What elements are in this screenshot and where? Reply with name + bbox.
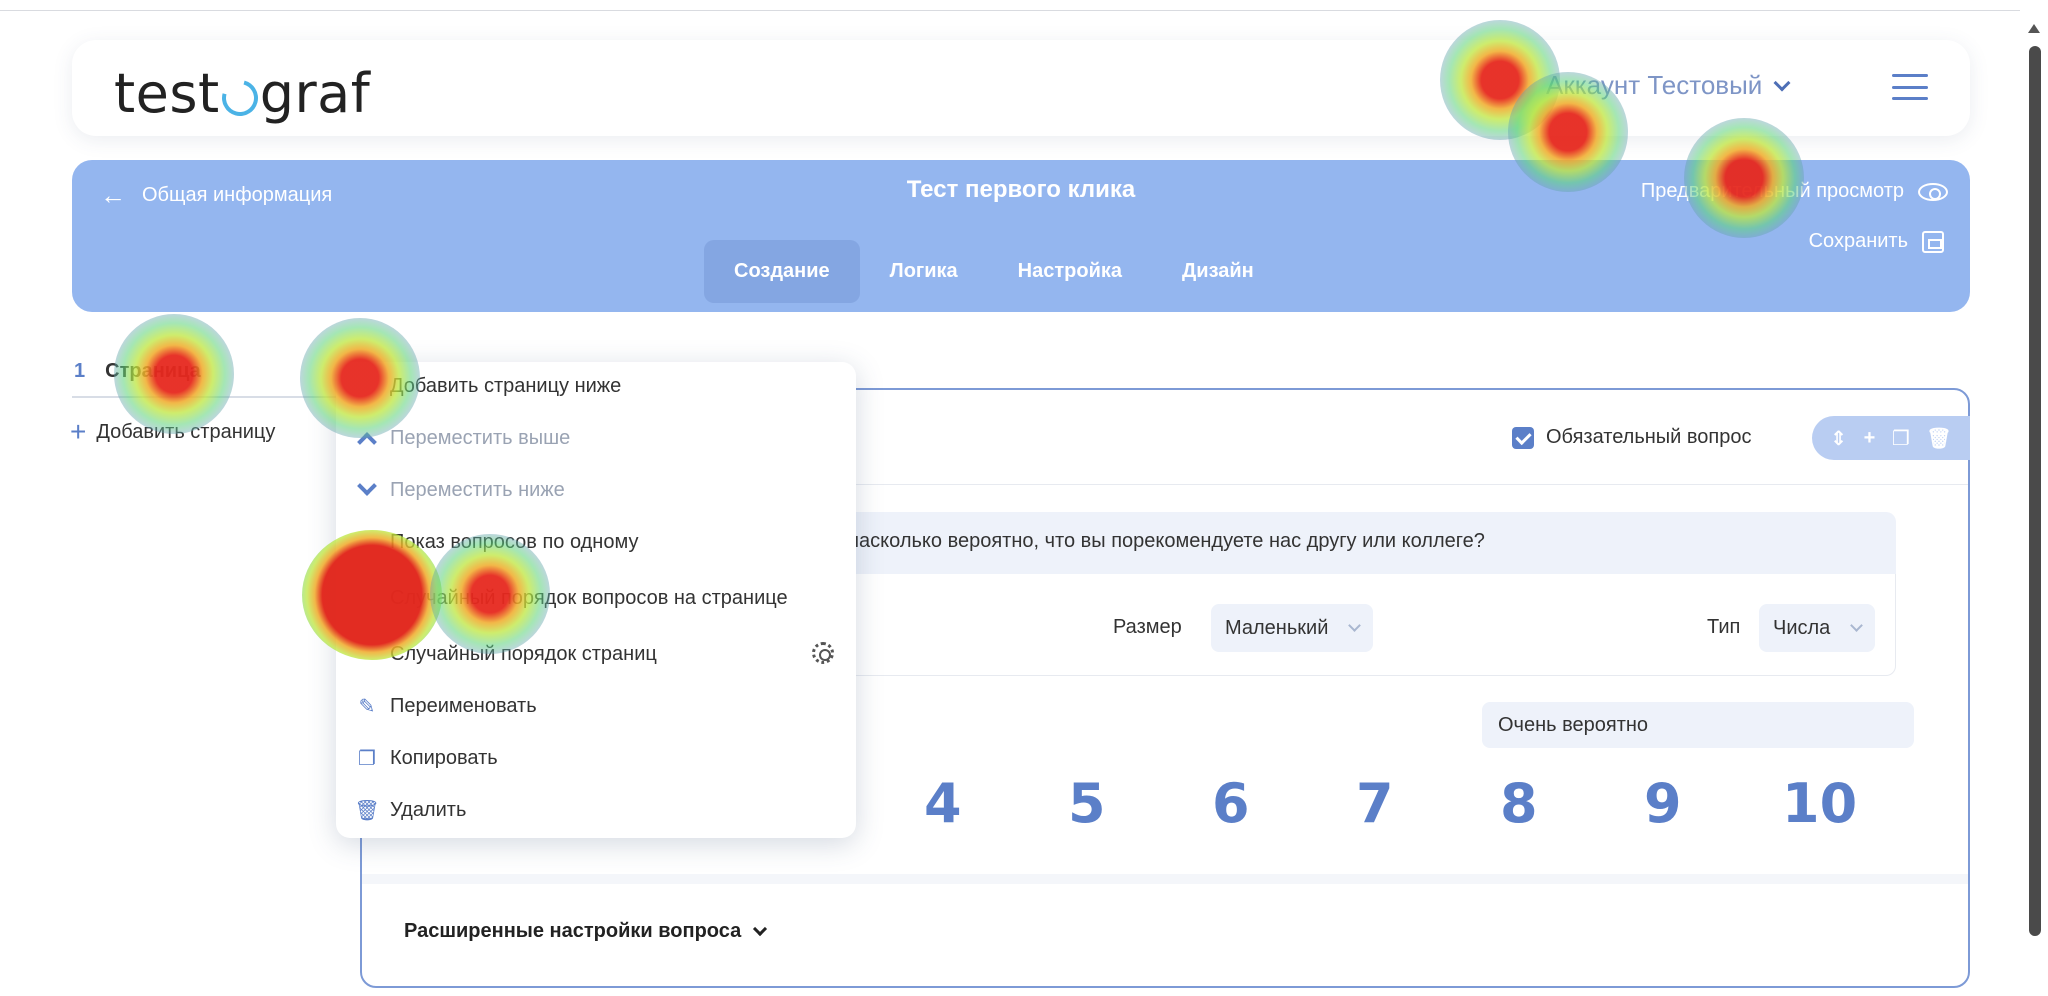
size-label: Размер: [1113, 616, 1182, 638]
type-value: Числа: [1773, 616, 1831, 639]
question-text-field[interactable]: насколько вероятно, что вы порекомендует…: [838, 512, 1896, 574]
menu-item-delete[interactable]: 🗑 Удалить: [354, 792, 467, 828]
logo-ring-icon: [215, 73, 265, 123]
menu-item-add-page-below[interactable]: Добавить страницу ниже: [356, 368, 621, 404]
checkbox-checked-icon[interactable]: [1512, 426, 1534, 449]
scale-value[interactable]: 7: [1356, 772, 1394, 835]
scale-right-label-field[interactable]: Очень вероятно: [1482, 702, 1914, 748]
chevron-down-icon: [753, 921, 768, 936]
menu-item-label: Случайный порядок вопросов на странице: [390, 586, 788, 609]
eye-icon: [1918, 182, 1948, 201]
app-header: test graf Аккаунт Тестовый: [72, 40, 1970, 136]
type-select[interactable]: Числа: [1759, 604, 1876, 652]
copy-icon: ❐: [358, 747, 376, 770]
add-page-button[interactable]: + Добавить страницу: [70, 418, 275, 446]
pencil-icon: ✎: [358, 695, 376, 718]
window-top-border: [0, 10, 2020, 11]
size-select[interactable]: Маленький: [1211, 604, 1374, 652]
menu-item-one-question-per-screen[interactable]: Показ вопросов по одному: [356, 524, 638, 560]
gear-icon[interactable]: [812, 642, 834, 664]
question-tools: ⇕ + ❐ 🗑: [1812, 416, 1970, 460]
question-settings: Размер Маленький Тип Числа: [838, 574, 1896, 676]
menu-item-label: Переименовать: [390, 694, 537, 717]
page-tab-underline: [72, 396, 372, 398]
menu-item-random-page-order[interactable]: Случайный порядок страниц: [356, 636, 657, 672]
account-menu[interactable]: Аккаунт Тестовый: [1546, 70, 1791, 101]
preview-label: Предварительный просмотр: [1640, 180, 1904, 202]
menu-item-label: Удалить: [390, 798, 467, 821]
page-number: 1: [74, 360, 86, 382]
floppy-disk-icon: [1922, 230, 1944, 253]
menu-item-label: Добавить страницу ниже: [390, 374, 622, 397]
trash-icon[interactable]: 🗑: [1926, 426, 1951, 451]
advanced-settings-label: Расширенные настройки вопроса: [404, 920, 742, 942]
vertical-scrollbar[interactable]: [2022, 10, 2048, 996]
scale-value[interactable]: 10: [1782, 772, 1857, 835]
mandatory-label: Обязательный вопрос: [1546, 426, 1752, 448]
scroll-thumb[interactable]: [2029, 46, 2041, 936]
page-tab-1[interactable]: 1 Страница: [74, 360, 201, 383]
menu-item-move-down[interactable]: Переместить ниже: [356, 472, 565, 508]
scale-value[interactable]: 8: [1500, 772, 1538, 835]
menu-item-label: Показ вопросов по одному: [390, 530, 639, 553]
chevron-down-icon: [1348, 618, 1362, 632]
scale-value[interactable]: 4: [924, 772, 962, 835]
size-value: Маленький: [1225, 616, 1329, 639]
menu-item-random-question-order[interactable]: Случайный порядок вопросов на странице: [356, 580, 788, 616]
menu-item-label: Случайный порядок страниц: [390, 642, 657, 665]
preview-button[interactable]: Предварительный просмотр: [1641, 180, 1948, 203]
menu-item-copy[interactable]: ❐ Копировать: [356, 740, 498, 776]
type-label: Тип: [1707, 616, 1741, 638]
advanced-settings-toggle[interactable]: Расширенные настройки вопроса: [404, 920, 768, 943]
trash-icon: 🗑: [354, 799, 380, 822]
chevron-down-icon: [1773, 74, 1791, 91]
testograf-logo[interactable]: test graf: [114, 62, 370, 125]
page-name: Страница: [105, 360, 201, 382]
account-name: Аккаунт Тестовый: [1546, 70, 1763, 100]
scale-value[interactable]: 6: [1212, 772, 1250, 835]
mandatory-question-toggle[interactable]: Обязательный вопрос: [1512, 426, 1752, 449]
chevron-down-icon: [1850, 618, 1864, 632]
tab-logic[interactable]: Логика: [860, 240, 988, 303]
tab-creation[interactable]: Создание: [704, 240, 860, 303]
plus-icon: +: [70, 416, 87, 447]
save-label: Сохранить: [1808, 230, 1908, 252]
copy-icon[interactable]: ❐: [1892, 426, 1910, 451]
move-updown-icon[interactable]: ⇕: [1830, 426, 1847, 451]
scale-value[interactable]: 9: [1644, 772, 1682, 835]
chevron-up-icon: [356, 427, 378, 452]
editor-toolbar: ← Общая информация Тест первого клика Пр…: [72, 160, 1970, 312]
divider: [362, 874, 1968, 884]
tab-design[interactable]: Дизайн: [1152, 240, 1284, 303]
tab-settings[interactable]: Настройка: [988, 240, 1152, 303]
scale-value[interactable]: 5: [1068, 772, 1106, 835]
scroll-up-arrow-icon[interactable]: [2028, 24, 2040, 33]
menu-item-rename[interactable]: ✎ Переименовать: [356, 688, 537, 724]
editor-tabs: Создание Логика Настройка Дизайн: [704, 240, 1284, 303]
menu-item-move-up[interactable]: Переместить выше: [356, 420, 570, 456]
rating-scale: 3 4 5 6 7 8 9 10: [792, 772, 1932, 835]
menu-item-label: Переместить выше: [390, 426, 571, 449]
menu-item-label: Копировать: [390, 746, 498, 769]
add-icon[interactable]: +: [1864, 427, 1876, 450]
save-button[interactable]: Сохранить: [1809, 230, 1944, 253]
chevron-down-icon: [356, 476, 378, 496]
add-page-label: Добавить страницу: [96, 420, 276, 443]
page-context-menu: Добавить страницу ниже Переместить выше …: [336, 362, 856, 838]
menu-item-label: Переместить ниже: [390, 478, 565, 501]
hamburger-menu-icon[interactable]: [1892, 74, 1928, 100]
